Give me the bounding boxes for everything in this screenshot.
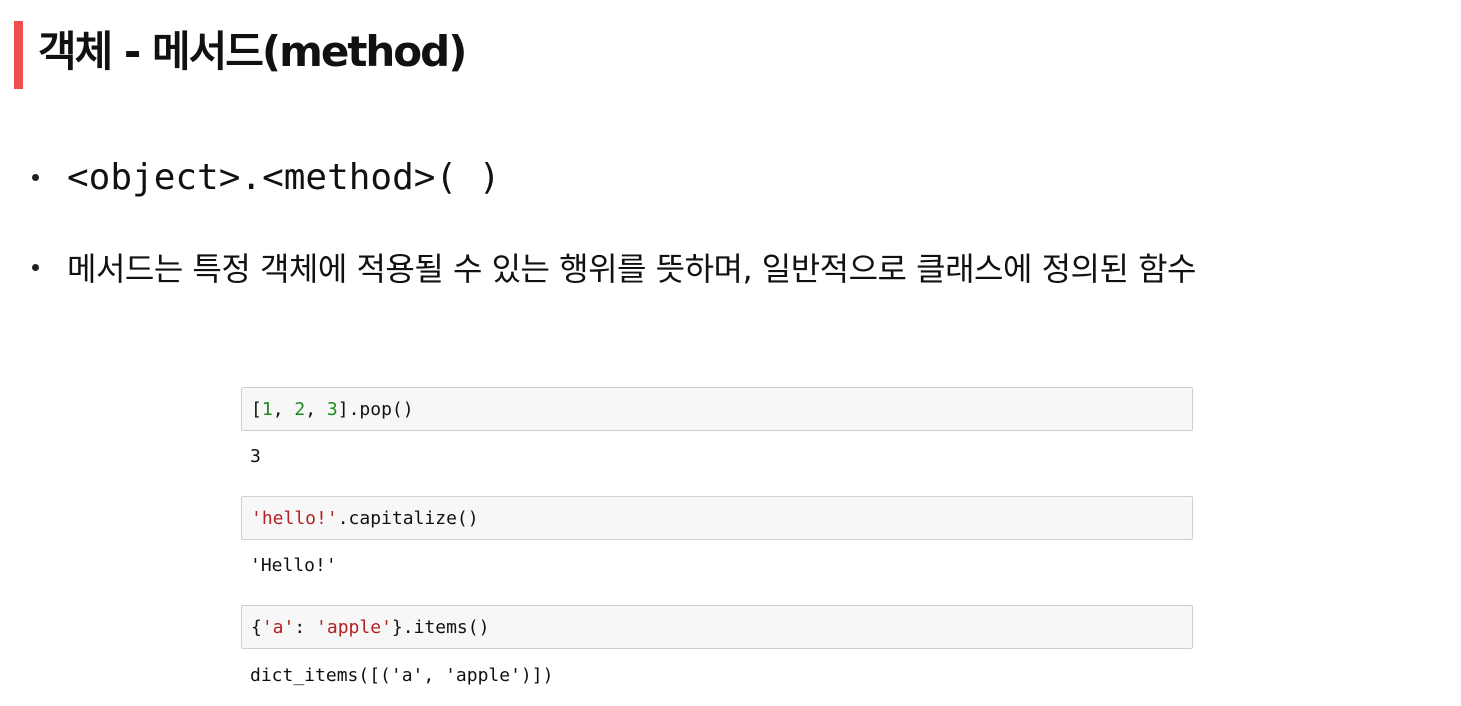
code-token: , xyxy=(272,398,295,420)
code-token: , xyxy=(305,398,327,420)
code-cell-input[interactable]: {'a': 'apple'}.items() xyxy=(241,605,1193,649)
title-accent-bar xyxy=(14,21,23,89)
code-token-string: 'hello!' xyxy=(251,507,338,529)
code-cell-input[interactable]: [1, 2, 3].pop() xyxy=(241,387,1193,431)
bullet-item-syntax: <object>.<method>( ) xyxy=(32,152,500,202)
code-token-string: 'a' xyxy=(261,616,295,638)
code-cell-input[interactable]: 'hello!' .capitalize() xyxy=(241,496,1193,540)
bullet-item-definition: 메서드는 특정 객체에 적용될 수 있는 행위를 뜻하며, 일반적으로 클래스에… xyxy=(32,242,1196,292)
code-token: }.items() xyxy=(391,616,490,638)
code-token: ].pop() xyxy=(337,398,414,420)
code-cell-output: 3 xyxy=(250,445,261,467)
code-cell-output: dict_items([('a', 'apple')]) xyxy=(250,664,554,686)
code-cell-output: 'Hello!' xyxy=(250,554,337,576)
code-token: [ xyxy=(251,398,262,420)
code-token: { xyxy=(251,616,262,638)
code-token: : xyxy=(294,616,317,638)
code-token: .capitalize() xyxy=(337,507,479,529)
bullet-dot-icon xyxy=(32,173,39,181)
code-token-number: 3 xyxy=(326,398,338,420)
code-token-number: 1 xyxy=(261,398,273,420)
code-token-string: 'apple' xyxy=(316,616,392,638)
bullet-text: <object>.<method>( ) xyxy=(67,156,501,198)
code-token-number: 2 xyxy=(294,398,306,420)
bullet-text: 메서드는 특정 객체에 적용될 수 있는 행위를 뜻하며, 일반적으로 클래스에… xyxy=(67,250,1196,288)
bullet-dot-icon xyxy=(32,263,39,271)
page-title: 객체 - 메서드(method) xyxy=(38,27,467,76)
